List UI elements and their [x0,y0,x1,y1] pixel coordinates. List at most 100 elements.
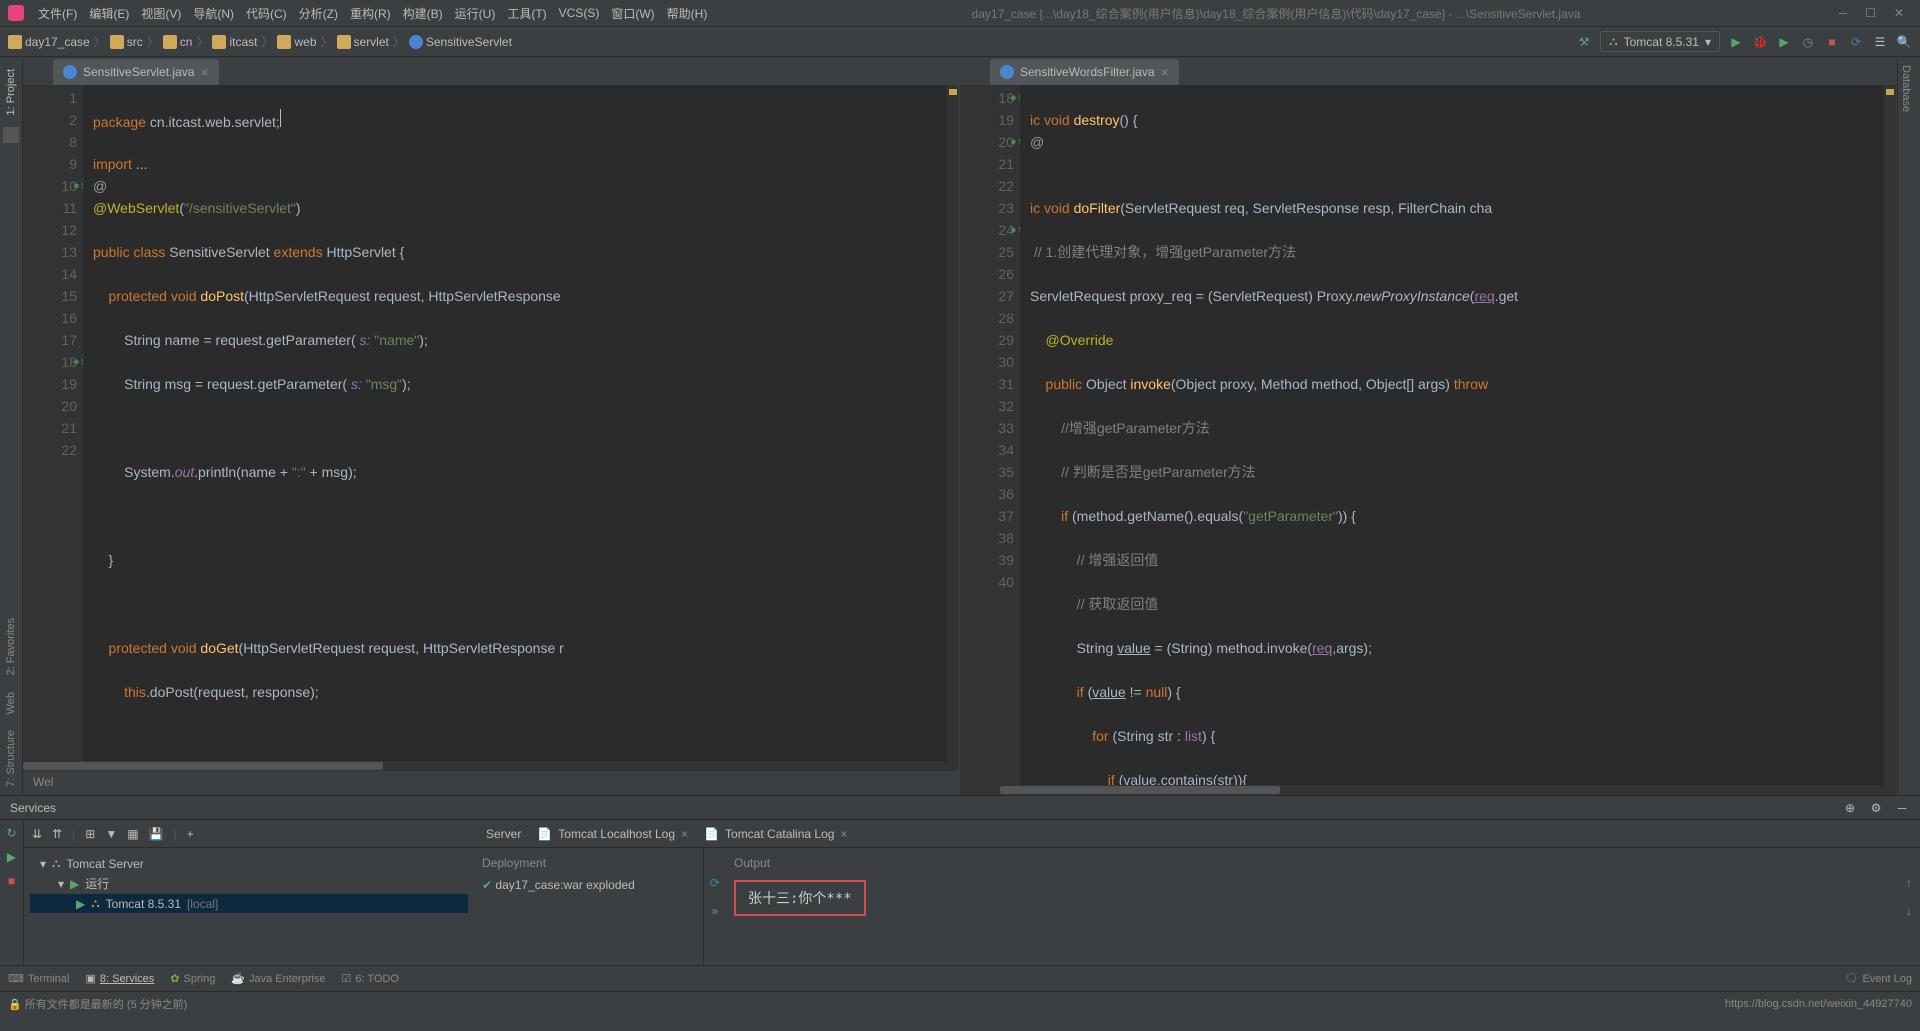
debug-icon[interactable]: 🐞 [1752,34,1768,50]
editor-tabs-left: SensitiveServlet.java × [23,57,959,85]
marker-strip-left[interactable] [947,85,959,761]
services-toolbar: ⇊ ⇈ | ⊞ ▼ ▦ 💾 | + [24,820,474,848]
app-logo-icon [8,5,24,21]
layout-icon[interactable]: ▦ [127,827,138,841]
tab-localhost-log[interactable]: 📄Tomcat Localhost Log× [537,827,688,841]
menu-code[interactable]: 代码(C) [240,5,293,22]
menu-edit[interactable]: 编辑(E) [83,5,135,22]
menu-run[interactable]: 运行(U) [449,5,502,22]
scroll-down-icon[interactable]: ↓ [1906,904,1912,918]
sidebar-tab-favorites[interactable]: 2: Favorites [3,610,19,683]
close-icon[interactable]: × [681,827,688,841]
bottom-tab-spring[interactable]: ✿Spring [170,972,215,985]
sidebar-tab-database[interactable]: Database [1898,57,1914,120]
sidebar-tab-web[interactable]: Web [3,684,19,722]
update-icon[interactable]: ⟳ [1848,34,1864,50]
maximize-icon[interactable]: ☐ [1865,6,1876,20]
expand-all-icon[interactable]: ⇊ [32,827,42,841]
stop-square-icon[interactable]: ■ [8,874,15,888]
rerun-icon[interactable]: ↻ [6,826,16,840]
search-icon[interactable]: 🔍 [1896,34,1912,50]
bc-project[interactable]: day17_case [8,35,90,49]
menu-analyze[interactable]: 分析(Z) [293,5,344,22]
h-scrollbar-left[interactable] [23,761,959,771]
sidebar-icon[interactable] [3,127,19,143]
close-tab-icon[interactable]: × [1161,64,1169,80]
tab-server[interactable]: Server [486,827,521,841]
code-editor-right[interactable]: 18●↑ 19 20●↑@ 21 22 23 24●↑ 25 26 27 28 … [960,85,1896,785]
tab-sensitive-servlet[interactable]: SensitiveServlet.java × [53,59,219,85]
add-icon[interactable]: + [187,827,194,841]
folder-icon [8,35,22,49]
bottom-tab-services[interactable]: ▣8: Services [85,972,154,985]
close-icon[interactable]: ✕ [1894,6,1904,20]
scroll-up-icon[interactable]: ↑ [1906,876,1912,890]
menu-build[interactable]: 构建(B) [397,5,449,22]
folder-icon [277,35,291,49]
sidebar-tab-structure[interactable]: 7: Structure [3,722,19,795]
lock-icon[interactable]: 🔒 [8,999,22,1011]
code-editor-left[interactable]: 1 2 8 9 10●↑@ 11 12 13 14 15 16 17 18●↑ … [23,85,959,761]
run-configuration-selector[interactable]: ⛬ Tomcat 8.5.31 ▾ [1600,31,1720,52]
toolbar: day17_case〉 src〉 cn〉 itcast〉 web〉 servle… [0,27,1920,57]
close-icon[interactable]: × [840,827,847,841]
h-scrollbar-right[interactable] [960,785,1896,795]
gear-icon[interactable]: ⚙ [1868,800,1884,816]
bottom-tool-bar: ⌨Terminal ▣8: Services ✿Spring ☕Java Ent… [0,965,1920,991]
bc-src[interactable]: src [110,35,143,49]
redeploy-icon[interactable]: ⟳ [710,876,720,890]
tab-sensitive-words-filter[interactable]: SensitiveWordsFilter.java × [990,59,1179,85]
chevron-down-icon[interactable]: ▾ [40,857,46,871]
main-area: 1: Project 2: Favorites Web 7: Structure… [0,57,1920,795]
menu-tools[interactable]: 工具(T) [501,5,552,22]
play-icon[interactable]: ▶ [7,850,16,864]
spring-icon: ✿ [170,972,179,985]
file-icon: 📄 [704,827,719,841]
bottom-tab-terminal[interactable]: ⌨Terminal [8,972,69,985]
code-text-left[interactable]: package cn.itcast.web.servlet; import ..… [83,85,947,761]
editor-tabs-right: SensitiveWordsFilter.java × [960,57,1896,85]
profile-icon[interactable]: ◷ [1800,34,1816,50]
event-log-button[interactable]: 🗨Event Log [1844,972,1912,985]
close-tab-icon[interactable]: × [200,64,208,80]
stop-icon[interactable]: ■ [1824,34,1840,50]
structure-icon[interactable]: ☰ [1872,34,1888,50]
bottom-tab-javaee[interactable]: ☕Java Enterprise [231,972,325,985]
locate-icon[interactable]: ⊕ [1842,800,1858,816]
bc-cn[interactable]: cn [163,35,193,49]
chevron-down-icon[interactable]: ▾ [58,877,64,891]
marker-strip-right[interactable] [1884,85,1896,785]
tomcat-icon: ⛬ [1609,34,1617,49]
deployment-item[interactable]: ✔ day17_case:war exploded [482,878,695,892]
menu-help[interactable]: 帮助(H) [661,5,714,22]
group-icon[interactable]: ⊞ [85,827,95,841]
left-tool-sidebar: 1: Project 2: Favorites Web 7: Structure [0,57,23,795]
bc-servlet[interactable]: servlet [337,35,389,49]
hide-icon[interactable]: ─ [1894,800,1910,816]
menu-window[interactable]: 窗口(W) [605,5,660,22]
save-icon[interactable]: 💾 [149,827,164,841]
filter-icon[interactable]: ▼ [105,827,117,841]
menu-file[interactable]: 文件(F) [32,5,83,22]
run-icon[interactable]: ▶ [1728,34,1744,50]
hammer-icon[interactable]: ⚒ [1576,34,1592,50]
code-text-right[interactable]: ic void destroy() { ic void doFilter(Ser… [1020,85,1884,785]
coverage-icon[interactable]: ▶ [1776,34,1792,50]
tab-catalina-log[interactable]: 📄Tomcat Catalina Log× [704,827,847,841]
bc-class[interactable]: SensitiveServlet [409,35,512,49]
bc-web[interactable]: web [277,35,316,49]
minimize-icon[interactable]: ─ [1839,6,1848,20]
more-icon[interactable]: » [712,904,719,918]
status-text: 所有文件都是最新的 (5 分钟之前) [25,999,188,1011]
menu-navigate[interactable]: 导航(N) [187,5,240,22]
services-tree[interactable]: ▾⛬Tomcat Server ▾▶运行 ▶⛬Tomcat 8.5.31 [lo… [24,848,474,965]
menu-view[interactable]: 视图(V) [135,5,187,22]
sidebar-tab-project[interactable]: 1: Project [3,61,19,123]
collapse-all-icon[interactable]: ⇈ [52,827,62,841]
menu-refactor[interactable]: 重构(R) [344,5,397,22]
output-text: 张十三:你个*** [734,880,866,916]
bc-itcast[interactable]: itcast [212,35,257,49]
menu-vcs[interactable]: VCS(S) [553,6,606,20]
bottom-tab-todo[interactable]: ☑6: TODO [341,972,398,985]
terminal-icon: ⌨ [8,972,24,985]
